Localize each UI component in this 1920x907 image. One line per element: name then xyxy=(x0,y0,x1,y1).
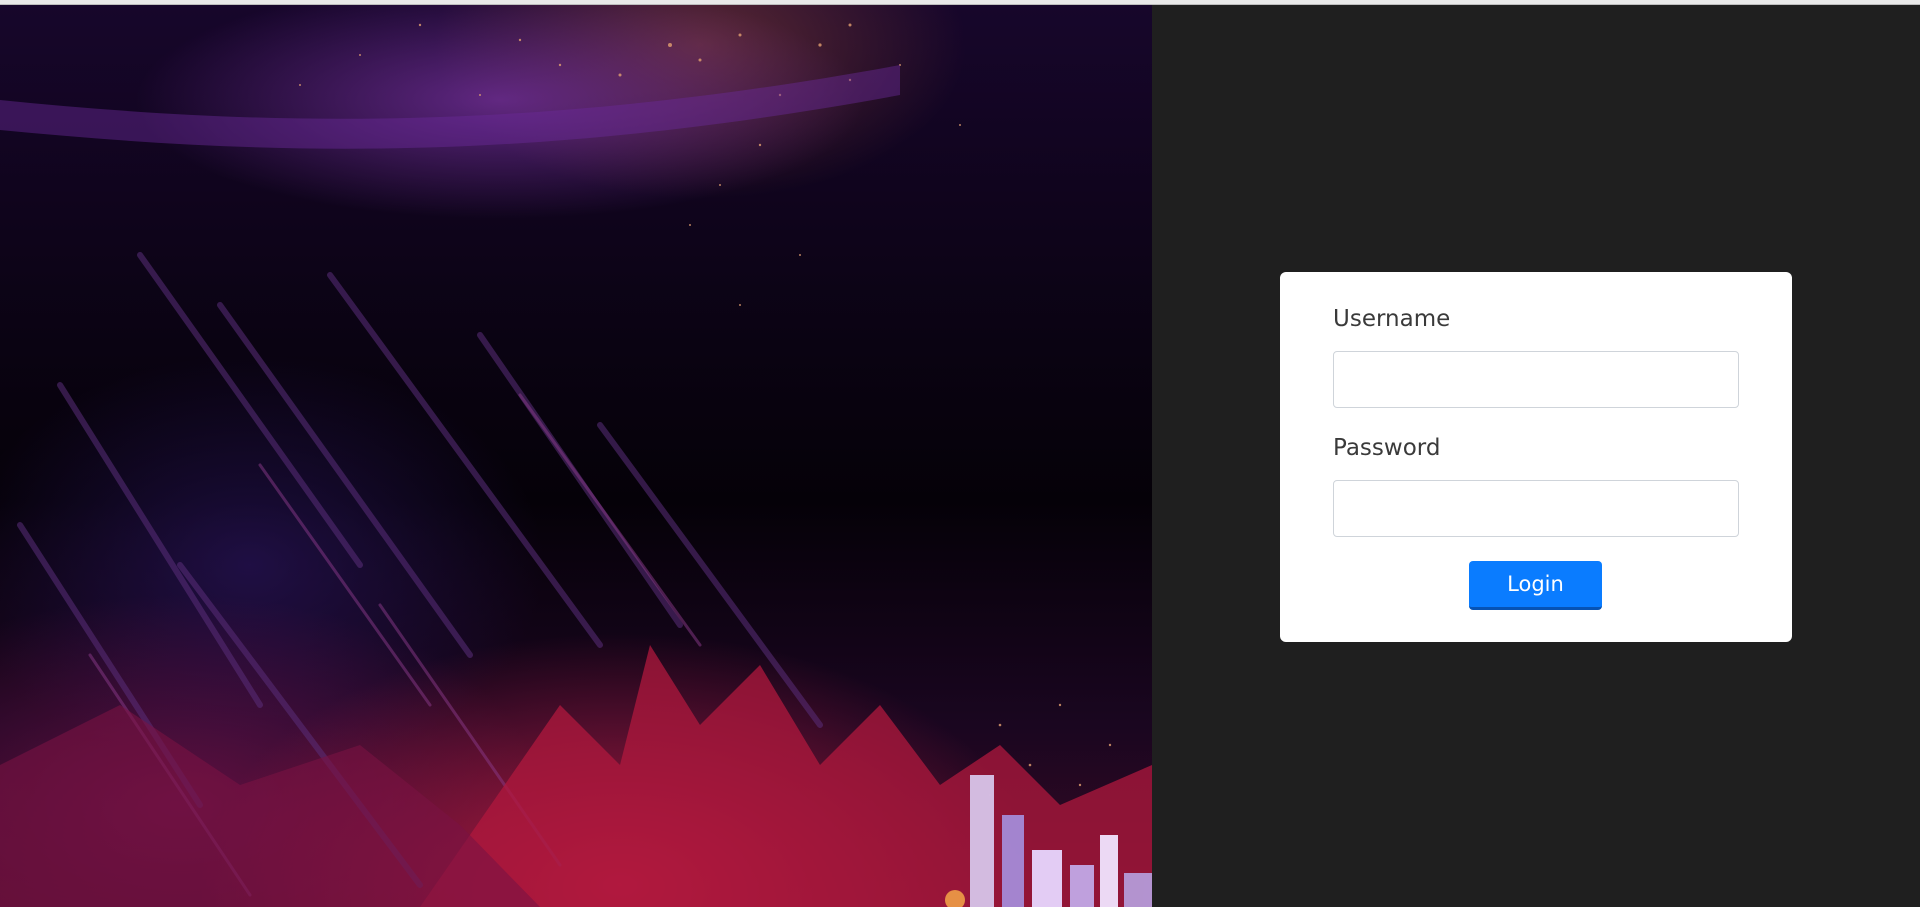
password-label: Password xyxy=(1333,435,1441,461)
login-button[interactable]: Login xyxy=(1469,561,1602,610)
username-input[interactable] xyxy=(1333,351,1739,408)
username-label: Username xyxy=(1333,306,1451,332)
hero-background-image xyxy=(0,5,1152,907)
password-input[interactable] xyxy=(1333,480,1739,537)
hero-artwork xyxy=(0,23,1152,907)
login-page: Username Password Login xyxy=(0,0,1920,907)
login-card: Username Password Login xyxy=(1280,272,1792,642)
